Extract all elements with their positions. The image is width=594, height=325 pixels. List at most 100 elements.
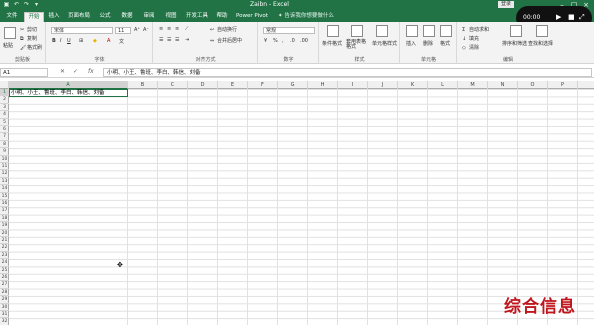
column-header-h[interactable]: H bbox=[308, 81, 338, 89]
sort-filter-button[interactable]: 排序和筛选 bbox=[502, 40, 527, 47]
indent-icon[interactable]: ⇥ bbox=[185, 37, 189, 43]
tab-home[interactable]: 开始 bbox=[24, 12, 44, 22]
currency-icon[interactable]: ¥ bbox=[264, 38, 267, 44]
row-header-6[interactable]: 6 bbox=[0, 126, 9, 134]
row-header-8[interactable]: 8 bbox=[0, 141, 9, 149]
column-header-p[interactable]: P bbox=[548, 81, 578, 89]
table-format-icon[interactable] bbox=[351, 25, 363, 37]
column-header-f[interactable]: F bbox=[248, 81, 278, 89]
column-header-e[interactable]: E bbox=[218, 81, 248, 89]
font-name-select[interactable]: 宋体 bbox=[51, 27, 113, 34]
wrap-text-button[interactable]: ↩ 自动换行 bbox=[210, 26, 237, 34]
row-header-30[interactable]: 30 bbox=[0, 304, 9, 311]
merge-center-button[interactable]: ⇔ 合并后居中 bbox=[210, 37, 242, 45]
font-color-icon[interactable]: A bbox=[107, 38, 110, 44]
cell-styles-icon[interactable] bbox=[376, 25, 388, 37]
tab-insert[interactable]: 插入 bbox=[45, 12, 63, 22]
row-header-15[interactable]: 15 bbox=[0, 193, 9, 200]
decrease-decimal-icon[interactable]: .00 bbox=[300, 38, 308, 44]
column-header-g[interactable]: G bbox=[278, 81, 308, 89]
increase-decimal-icon[interactable]: .0 bbox=[290, 38, 295, 44]
row-header-7[interactable]: 7 bbox=[0, 133, 9, 141]
cancel-icon[interactable]: ✕ bbox=[60, 68, 65, 76]
shrink-font-icon[interactable]: A⁻ bbox=[143, 27, 149, 33]
row-header-19[interactable]: 19 bbox=[0, 222, 9, 230]
autosum-button[interactable]: Σ 自动求和 bbox=[462, 26, 489, 34]
fill-button[interactable]: ↓ 填充 bbox=[462, 35, 479, 43]
undo-icon[interactable]: ↶ bbox=[13, 1, 20, 8]
format-painter-button[interactable]: 🖌格式刷 bbox=[20, 44, 42, 52]
align-top-icon[interactable]: ≡ bbox=[159, 26, 163, 32]
row-header-13[interactable]: 13 bbox=[0, 178, 9, 186]
italic-icon[interactable]: I bbox=[60, 38, 61, 44]
sort-filter-icon[interactable] bbox=[510, 25, 522, 37]
row-header-10[interactable]: 10 bbox=[0, 156, 9, 163]
cut-button[interactable]: ✂ 剪切 bbox=[20, 26, 37, 34]
border-icon[interactable]: ⊞ bbox=[79, 38, 83, 44]
column-header-o[interactable]: O bbox=[518, 81, 548, 89]
customize-icon[interactable]: ▾ bbox=[33, 1, 40, 8]
fullscreen-icon[interactable]: ⤢ bbox=[579, 13, 585, 22]
underline-icon[interactable]: U bbox=[67, 38, 71, 44]
row-header-2[interactable]: 2 bbox=[0, 96, 9, 104]
orientation-icon[interactable]: ⟋ bbox=[185, 26, 189, 32]
format-cells-icon[interactable] bbox=[440, 25, 452, 37]
row-header-18[interactable]: 18 bbox=[0, 215, 9, 223]
row-header-26[interactable]: 26 bbox=[0, 274, 9, 282]
tab-review[interactable]: 审阅 bbox=[140, 12, 158, 22]
row-header-9[interactable]: 9 bbox=[0, 148, 9, 156]
row-header-23[interactable]: 23 bbox=[0, 252, 9, 260]
row-header-31[interactable]: 31 bbox=[0, 311, 9, 319]
align-middle-icon[interactable]: ≡ bbox=[167, 26, 171, 32]
row-header-28[interactable]: 28 bbox=[0, 289, 9, 297]
redo-icon[interactable]: ↷ bbox=[23, 1, 30, 8]
enter-icon[interactable]: ✓ bbox=[73, 68, 78, 76]
align-left-icon[interactable]: ☰ bbox=[159, 37, 163, 43]
conditional-format-button[interactable]: 条件格式 bbox=[322, 40, 342, 47]
row-header-4[interactable]: 4 bbox=[0, 111, 9, 119]
stop-icon[interactable]: ■ bbox=[568, 13, 575, 21]
row-header-1[interactable]: 1 bbox=[0, 89, 9, 97]
formula-input[interactable]: 小明、小王、鲁班、李白、韩信、刘备 bbox=[103, 68, 592, 77]
row-header-24[interactable]: 24 bbox=[0, 259, 9, 267]
column-header-b[interactable]: B bbox=[128, 81, 158, 89]
comma-icon[interactable]: , bbox=[282, 38, 284, 44]
format-cells-button[interactable]: 格式 bbox=[440, 40, 450, 47]
row-header-32[interactable]: 32 bbox=[0, 318, 9, 325]
select-all-corner[interactable] bbox=[0, 81, 9, 89]
table-format-button[interactable]: 套用表格格式 bbox=[346, 40, 370, 50]
row-header-17[interactable]: 17 bbox=[0, 207, 9, 215]
row-header-21[interactable]: 21 bbox=[0, 237, 9, 245]
column-header-k[interactable]: K bbox=[398, 81, 428, 89]
number-format-select[interactable]: 常规 bbox=[263, 27, 315, 34]
save-icon[interactable]: ▣ bbox=[3, 1, 10, 8]
tell-me-box[interactable]: ✦ 告诉我你想要做什么 bbox=[278, 12, 334, 21]
cell-a1[interactable]: 小明、小王、鲁班、李白、韩信、刘备 bbox=[9, 89, 128, 97]
row-header-12[interactable]: 12 bbox=[0, 170, 9, 178]
paste-icon[interactable] bbox=[4, 27, 16, 39]
row-header-3[interactable]: 3 bbox=[0, 104, 9, 112]
tab-power-pivot[interactable]: Power Pivot bbox=[234, 12, 270, 22]
phonetic-icon[interactable]: 文 bbox=[119, 38, 124, 45]
row-header-20[interactable]: 20 bbox=[0, 230, 9, 237]
insert-cells-button[interactable]: 插入 bbox=[406, 40, 416, 47]
row-header-22[interactable]: 22 bbox=[0, 244, 9, 252]
tab-view[interactable]: 视图 bbox=[162, 12, 180, 22]
copy-button[interactable]: ⧉ 复制 bbox=[20, 35, 37, 43]
conditional-format-icon[interactable] bbox=[327, 25, 339, 37]
bold-icon[interactable]: B bbox=[52, 38, 56, 44]
grow-font-icon[interactable]: A⁺ bbox=[134, 27, 140, 33]
column-header-l[interactable]: L bbox=[428, 81, 458, 89]
find-select-icon[interactable] bbox=[536, 25, 548, 37]
tab-data[interactable]: 数据 bbox=[118, 12, 136, 22]
cell-area[interactable] bbox=[9, 89, 594, 325]
tab-help[interactable]: 帮助 bbox=[213, 12, 231, 22]
fx-icon[interactable]: fx bbox=[88, 68, 94, 76]
delete-cells-button[interactable]: 删除 bbox=[423, 40, 433, 47]
tab-developer[interactable]: 开发工具 bbox=[184, 12, 210, 22]
tab-page-layout[interactable]: 页面布局 bbox=[65, 12, 93, 22]
column-header-n[interactable]: N bbox=[488, 81, 518, 89]
column-header-d[interactable]: D bbox=[188, 81, 218, 89]
column-header-a[interactable]: A bbox=[9, 81, 128, 89]
cell-styles-button[interactable]: 单元格样式 bbox=[372, 40, 397, 47]
